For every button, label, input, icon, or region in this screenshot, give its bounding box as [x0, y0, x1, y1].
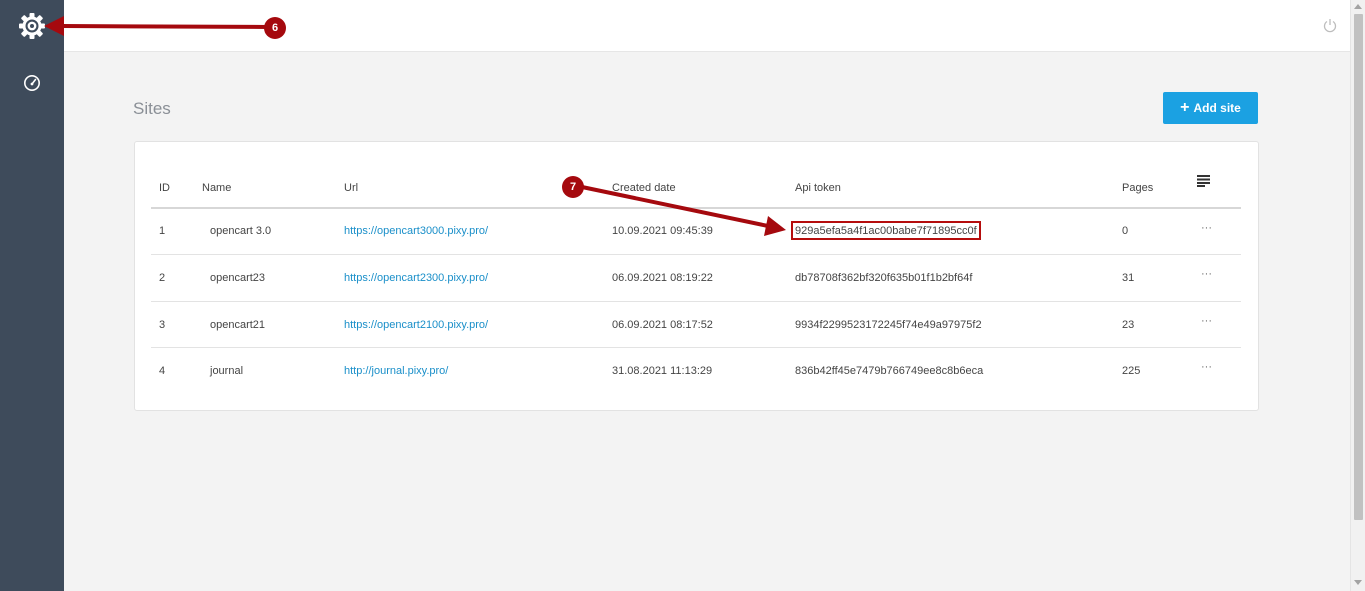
annotation-badge-6: 6 [264, 17, 286, 39]
annotation-arrows [44, 16, 786, 236]
annotation-badge-7: 7 [562, 176, 584, 198]
